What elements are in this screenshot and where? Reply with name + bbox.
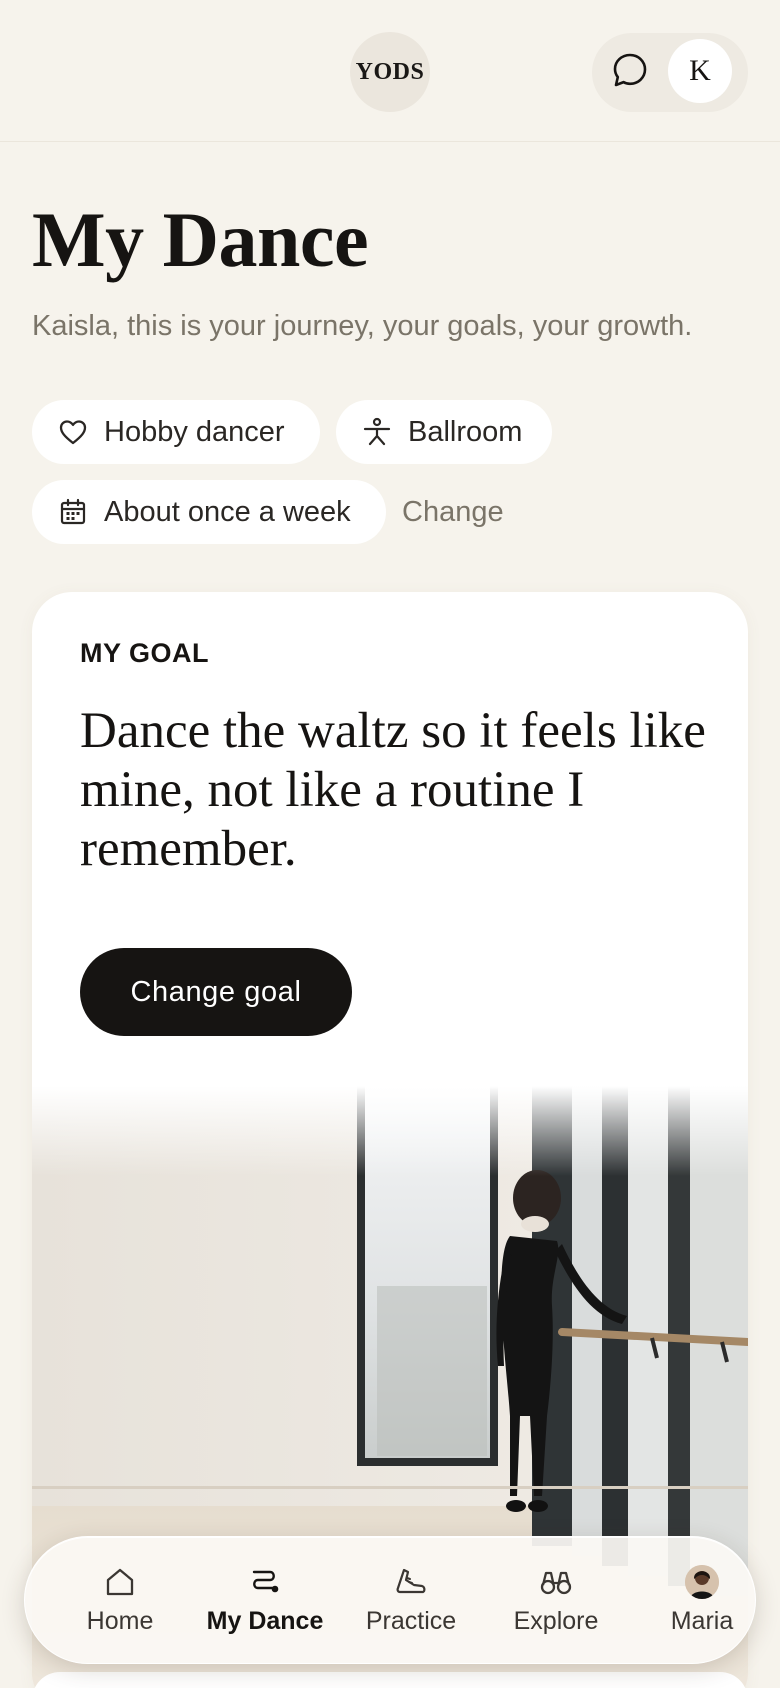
profile-photo xyxy=(685,1565,719,1599)
nav-label: My Dance xyxy=(206,1607,324,1635)
shoe-icon xyxy=(394,1565,428,1599)
change-goal-button[interactable]: Change goal xyxy=(80,948,352,1036)
nav-label: Explore xyxy=(513,1607,599,1635)
chip-ballroom[interactable]: Ballroom xyxy=(336,400,552,464)
path-icon xyxy=(248,1565,282,1599)
nav-item-profile[interactable]: Maria xyxy=(632,1537,772,1665)
chip-label: Ballroom xyxy=(408,415,523,448)
nav-item-practice[interactable]: Practice xyxy=(341,1537,481,1665)
chip-hobby-dancer[interactable]: Hobby dancer xyxy=(32,400,320,464)
app-header: YODS K xyxy=(0,0,780,142)
nav-label: Home xyxy=(86,1607,154,1635)
image-fade xyxy=(32,1086,748,1176)
nav-item-my-dance[interactable]: My Dance xyxy=(195,1537,335,1665)
nav-item-explore[interactable]: Explore xyxy=(486,1537,626,1665)
goal-card: MY GOAL Dance the waltz so it feels like… xyxy=(32,592,748,1688)
calendar-icon xyxy=(58,497,88,527)
change-link[interactable]: Change xyxy=(402,492,504,532)
user-avatar[interactable]: K xyxy=(668,39,732,103)
chat-bubble-icon xyxy=(611,51,649,94)
goal-text: Dance the waltz so it feels like mine, n… xyxy=(80,703,706,877)
page-subtitle: Kaisla, this is your journey, your goals… xyxy=(32,310,693,342)
home-icon xyxy=(104,1565,136,1599)
nav-label: Practice xyxy=(365,1607,457,1635)
chip-label: Hobby dancer xyxy=(104,415,285,448)
chip-label: About once a week xyxy=(104,495,351,528)
dancer-icon xyxy=(362,417,392,447)
bottom-nav: Home My Dance Practice Explore Maria xyxy=(24,1536,756,1664)
heart-icon xyxy=(58,417,88,447)
app-logo[interactable]: YODS xyxy=(350,32,430,112)
nav-item-home[interactable]: Home xyxy=(50,1537,190,1665)
next-card-peek xyxy=(32,1672,748,1688)
chat-button[interactable] xyxy=(607,49,653,95)
header-actions: K xyxy=(592,33,748,112)
chip-frequency[interactable]: About once a week xyxy=(32,480,386,544)
goal-eyebrow: MY GOAL xyxy=(80,638,210,668)
binoculars-icon xyxy=(539,1565,573,1599)
page-title: My Dance xyxy=(32,196,369,283)
nav-label: Maria xyxy=(670,1607,734,1635)
